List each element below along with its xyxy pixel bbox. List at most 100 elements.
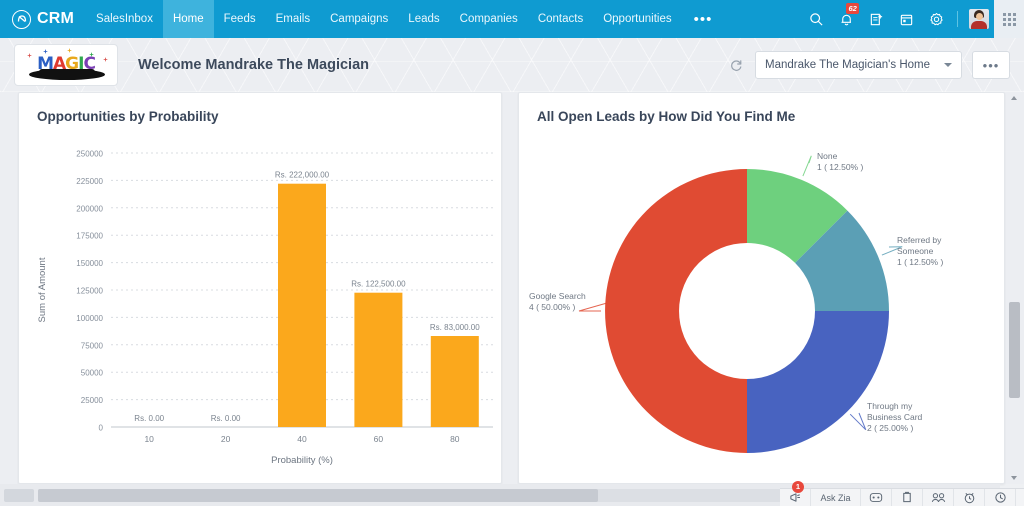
nav-label: Home [172,13,204,25]
horizontal-scrollbar-thumb[interactable] [38,488,598,502]
scroll-left-button[interactable] [4,488,34,502]
ask-zia-label: Ask Zia [820,492,851,503]
contacts-people-icon[interactable] [923,488,954,506]
zoho-crm-logo-icon [12,9,31,29]
x-axis-tick-label: 10 [144,434,154,444]
donut-chart-svg[interactable]: None1 ( 12.50% )Referred bySomeone1 ( 12… [519,131,1005,484]
announcement-megaphone-icon[interactable]: 1 [780,480,811,506]
crm-brand[interactable]: CRM [0,0,86,38]
bar-chart-area: 0 25000 50000 75000 100000 125000 150000 175000… [19,131,501,483]
announcement-count-badge: 1 [792,480,804,493]
y-axis-tick-label: 125000 [76,287,103,296]
nav-item-leads[interactable]: Leads [398,0,449,38]
x-axis-tick-label: 20 [221,434,231,444]
donut-slice-label: Business Card [867,412,923,422]
nav-label: SalesInbox [96,13,153,25]
nav-label: Emails [275,13,311,25]
bar-value-label: Rs. 0.00 [134,414,164,423]
nav-label: Opportunities [603,13,672,25]
avatar-face [975,13,983,20]
home-view-select[interactable]: Mandrake The Magician's Home [755,51,962,79]
chevron-down-icon [944,63,952,67]
crm-dashboard-page: CRM SalesInbox Home Feeds Emails Campaig… [0,0,1024,506]
nav-item-home[interactable]: Home [162,0,214,38]
nav-label: Campaigns [330,13,389,25]
donut-leader-line [802,155,812,177]
bar-40[interactable] [278,183,326,427]
donut-slice-google-search[interactable] [605,169,747,453]
donut-slice-label: Through my [867,401,913,411]
y-axis-tick-label: 175000 [76,232,103,241]
avatar[interactable] [964,0,994,38]
logo-base-shape-2 [39,69,95,76]
donut-leader-line [849,412,867,431]
trash-bin-icon[interactable] [1016,489,1024,506]
nav-item-campaigns[interactable]: Campaigns [320,0,398,38]
bar-chart-svg[interactable]: 0 25000 50000 75000 100000 125000 150000 175000… [19,131,502,484]
donut-slice-value: 4 ( 50.00% ) [529,302,575,312]
donut-chart-area: None 1 ( 12.50% ) Referred by Someone 1 ( 12… [519,131,1004,483]
bar-60[interactable] [354,292,403,427]
donut-slice-label: Referred by [897,235,942,245]
y-axis-tick-label: 75000 [81,341,104,350]
dashboard-grid: Opportunities by Probability 0 25000 50000… [0,92,1024,484]
top-navigation-bar: CRM SalesInbox Home Feeds Emails Campaig… [0,0,1024,38]
y-axis-tick-label: 0 [99,424,104,433]
refresh-icon[interactable] [727,56,745,74]
home-view-value: Mandrake The Magician's Home [765,59,930,71]
avatar-body [971,21,987,29]
ask-zia-button[interactable]: Ask Zia [811,488,861,506]
organization-logo[interactable]: MAGIC [14,44,118,86]
chat-smiley-icon[interactable] [861,488,892,506]
y-axis-title: Sum of Amount [37,257,48,322]
nav-label: Leads [408,13,440,25]
donut-slice-label: Google Search [529,291,586,301]
nav-item-companies[interactable]: Companies [450,0,528,38]
nav-item-contacts[interactable]: Contacts [528,0,593,38]
y-axis-tick-label: 250000 [76,150,103,159]
nav-item-opportunities[interactable]: Opportunities [593,0,681,38]
search-icon[interactable] [801,0,831,38]
donut-slice-label: None [817,151,838,161]
primary-nav-items: SalesInbox Home Feeds Emails Campaigns L… [86,0,724,38]
y-axis-tick-label: 200000 [76,204,103,213]
sparkle-icon [67,48,72,53]
add-note-icon[interactable] [861,0,891,38]
nav-item-feeds[interactable]: Feeds [214,0,266,38]
donut-slice-value: 1 ( 12.50% ) [897,257,943,267]
widget-opportunities-by-probability: Opportunities by Probability 0 25000 50000… [18,92,502,484]
nav-more-menu[interactable]: ••• [682,0,725,38]
y-axis-tick-label: 50000 [81,369,104,378]
page-title: Welcome Mandrake The Magician [138,57,369,73]
x-axis-tick-label: 60 [374,434,384,444]
notes-clipboard-icon[interactable] [892,488,923,506]
x-axis-title: Probability (%) [271,455,333,466]
notifications-bell-icon[interactable]: 62 [831,0,861,38]
welcome-bar-actions: Mandrake The Magician's Home ••• [727,51,1010,79]
top-nav-actions: 62 [801,0,1024,38]
alarm-clock-icon[interactable] [954,488,985,506]
y-axis-tick-label: 225000 [76,177,103,186]
nav-item-emails[interactable]: Emails [266,0,321,38]
scroll-up-arrow-icon[interactable] [1011,96,1017,100]
dashboard-more-button[interactable]: ••• [972,51,1010,79]
apps-grid-icon[interactable] [994,0,1024,38]
bar-chart-title: Opportunities by Probability [37,109,219,124]
brand-label: CRM [37,10,75,27]
vertical-scrollbar-thumb[interactable] [1009,302,1020,398]
sparkle-icon [27,53,32,58]
nav-item-salesinbox[interactable]: SalesInbox [86,0,163,38]
recent-history-icon[interactable] [985,488,1016,506]
donut-leader-line [578,302,608,312]
settings-gear-icon[interactable] [921,0,951,38]
calendar-icon[interactable] [891,0,921,38]
donut-slice-label: Someone [897,246,934,256]
donut-slice-value: 1 ( 12.50% ) [817,162,863,172]
bottom-utility-bar: 1 Ask Zia [780,480,1024,506]
bar-80[interactable] [430,336,479,427]
y-axis-tick-label: 100000 [76,314,103,323]
scroll-down-arrow-icon[interactable] [1011,476,1017,480]
sparkle-icon [103,57,108,62]
user-avatar-image [969,9,989,29]
vertical-scrollbar[interactable] [1008,92,1021,484]
